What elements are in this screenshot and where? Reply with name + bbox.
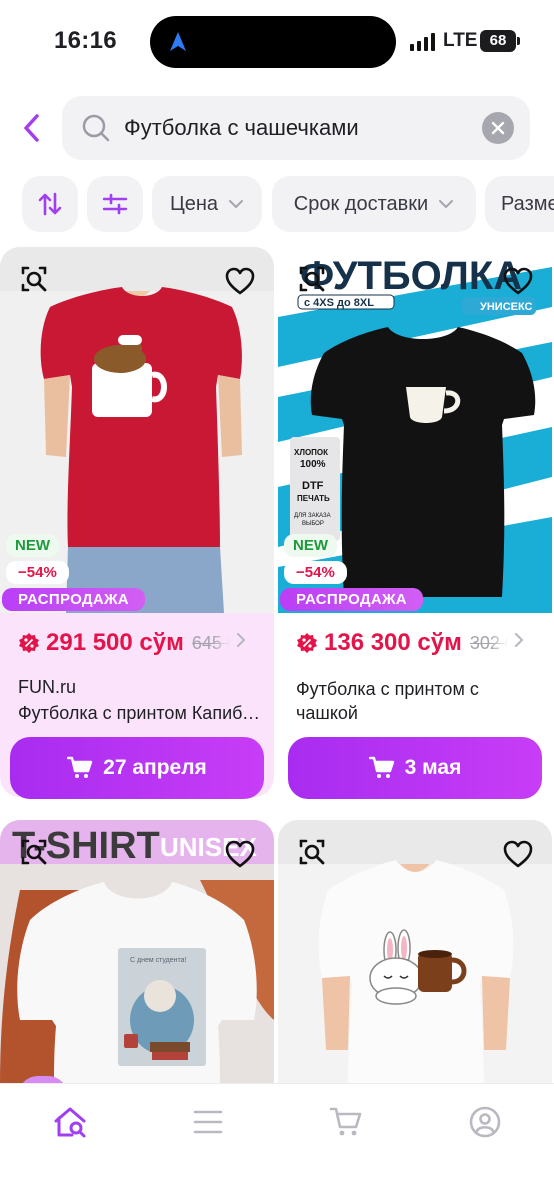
chevron-down-icon <box>229 200 244 209</box>
search-input[interactable] <box>124 115 464 141</box>
image-text: с 4XS до 8XL <box>304 297 374 309</box>
nav-cart[interactable] <box>326 1102 366 1142</box>
sort-button[interactable] <box>22 176 78 232</box>
image-search-icon <box>21 266 47 292</box>
add-to-cart-button[interactable]: 27 апреля <box>10 737 264 799</box>
favorite-button[interactable] <box>222 836 258 872</box>
dynamic-island <box>150 16 396 68</box>
back-button[interactable] <box>12 108 52 148</box>
cart-icon <box>67 756 93 778</box>
image-text: 100% <box>300 459 326 470</box>
new-badge: NEW <box>6 534 59 557</box>
heart-icon <box>503 267 533 295</box>
catalog-menu-icon <box>193 1110 223 1134</box>
find-similar-button[interactable] <box>16 834 52 870</box>
image-text: ДЛЯ ЗАКАЗА <box>294 513 331 519</box>
product-info: 291 500 сўм 645 000 FUN.ru Футболка с пр… <box>0 613 274 799</box>
product-brand: FUN.ru <box>18 677 76 697</box>
nav-profile[interactable] <box>465 1102 505 1142</box>
image-text: ФУТБОЛКА <box>300 254 522 298</box>
product-info: 136 300 сўм 302 000 Футболка с принтом с… <box>278 613 552 799</box>
cart-icon <box>368 756 394 778</box>
find-similar-button[interactable] <box>294 834 330 870</box>
product-card[interactable]: NEW −54% РАСПРОДАЖА 291 500 сўм 645 000 … <box>0 247 276 799</box>
product-card[interactable] <box>278 820 554 1085</box>
product-image[interactable]: NEW −54% РАСПРОДАЖА <box>0 247 274 613</box>
discount-badge: −54% <box>284 561 347 584</box>
chevron-right-icon <box>515 633 524 647</box>
new-badge: NEW <box>284 534 337 557</box>
image-text: С днем студента! <box>130 957 187 964</box>
product-image[interactable]: ФУТБОЛКА с 4XS до 8XL УНИСЕКС ХЛОПОК 100… <box>278 247 552 613</box>
image-text: DTF <box>302 480 324 492</box>
add-to-cart-button[interactable]: 3 мая <box>288 737 542 799</box>
product-title: Футболка с принтом Капибара <box>18 703 266 723</box>
image-text: ПЕЧАТЬ <box>297 494 330 503</box>
delivery-date: 27 апреля <box>103 756 207 779</box>
filter-chip-label: Размер <box>501 192 554 215</box>
heart-icon <box>503 840 533 868</box>
filter-settings-button[interactable] <box>87 176 143 232</box>
old-price: 302 000 <box>469 632 508 653</box>
product-price: 291 500 сўм <box>46 629 184 656</box>
delivery-date: 3 мая <box>404 756 462 779</box>
chevron-left-icon <box>24 114 39 142</box>
battery-icon: 68 <box>480 30 520 52</box>
nav-home-search[interactable] <box>50 1102 90 1142</box>
image-search-icon <box>21 839 47 865</box>
image-text: УНИСЕКС <box>480 301 533 313</box>
profile-icon <box>469 1106 501 1138</box>
favorite-button[interactable] <box>222 263 258 299</box>
image-search-icon <box>299 839 325 865</box>
image-text: ХЛОПОК <box>294 448 328 457</box>
search-icon <box>82 114 110 142</box>
heart-icon <box>225 840 255 868</box>
discount-percent-icon <box>19 633 39 653</box>
chevron-right-icon <box>237 633 246 647</box>
filter-bar: Цена Срок доставки Размер <box>0 176 554 234</box>
product-price: 136 300 сўм <box>324 629 462 656</box>
filter-sliders-icon <box>102 193 128 215</box>
product-image[interactable]: T-SHIRT UNISEX С днем студента! <box>0 820 274 1085</box>
clear-search-button[interactable] <box>482 112 514 144</box>
status-bar: 16:16 LTE 68 <box>0 0 554 84</box>
status-time: 16:16 <box>54 27 117 54</box>
home-search-icon <box>54 1107 86 1138</box>
filter-chip-size[interactable]: Размер <box>485 176 554 232</box>
search-bar[interactable] <box>62 96 530 160</box>
filter-chip-delivery[interactable]: Срок доставки <box>272 176 476 232</box>
nav-catalog[interactable] <box>188 1102 228 1142</box>
sale-badge: РАСПРОДАЖА <box>2 588 145 611</box>
image-text: ВЫБОР <box>302 521 324 527</box>
favorite-button[interactable] <box>500 263 536 299</box>
filter-chip-label: Цена <box>169 192 219 215</box>
filter-chip-label: Срок доставки <box>293 192 429 215</box>
favorite-button[interactable] <box>500 836 536 872</box>
find-similar-button[interactable] <box>16 261 52 297</box>
filter-chip-price[interactable]: Цена <box>152 176 262 232</box>
image-search-icon <box>299 266 325 292</box>
old-price: 645 000 <box>191 632 230 653</box>
sort-icon <box>38 192 62 216</box>
discount-percent-icon <box>297 633 317 653</box>
discount-badge: −54% <box>6 561 69 584</box>
network-type: LTE <box>443 30 478 51</box>
sale-badge: РАСПРОДАЖА <box>280 588 423 611</box>
bottom-navigation <box>0 1083 554 1200</box>
chevron-down-icon <box>439 200 454 209</box>
product-card[interactable]: T-SHIRT UNISEX С днем студента! <box>0 820 276 1085</box>
heart-icon <box>225 267 255 295</box>
price-row[interactable]: 291 500 сўм 645 000 <box>18 629 268 657</box>
badge-stack: NEW −54% РАСПРОДАЖА <box>278 534 423 613</box>
cart-icon <box>329 1107 362 1136</box>
product-title: Футболка с принтом с чашкой <box>296 679 479 723</box>
price-row[interactable]: 136 300 сўм 302 000 <box>296 629 546 657</box>
product-card[interactable]: ФУТБОЛКА с 4XS до 8XL УНИСЕКС ХЛОПОК 100… <box>278 247 554 799</box>
find-similar-button[interactable] <box>294 261 330 297</box>
close-icon <box>491 121 505 135</box>
navigation-arrow-icon <box>170 32 186 51</box>
product-image[interactable] <box>278 820 552 1085</box>
signal-icon <box>410 33 435 51</box>
badge-stack: NEW −54% РАСПРОДАЖА <box>0 534 145 613</box>
